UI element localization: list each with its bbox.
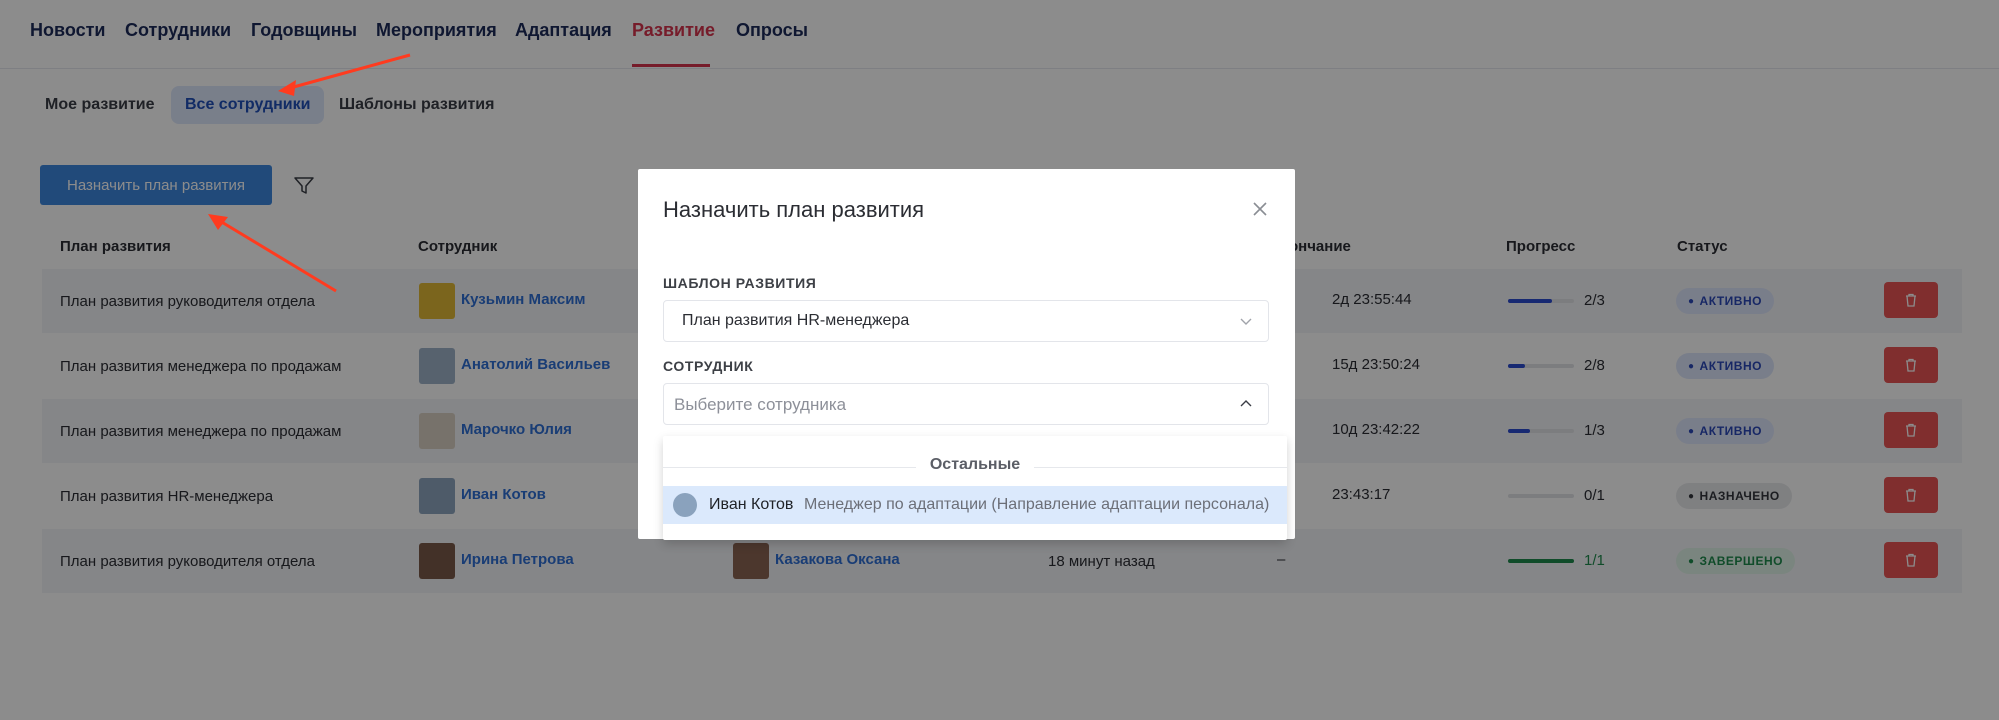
annotation-arrows — [208, 53, 411, 293]
